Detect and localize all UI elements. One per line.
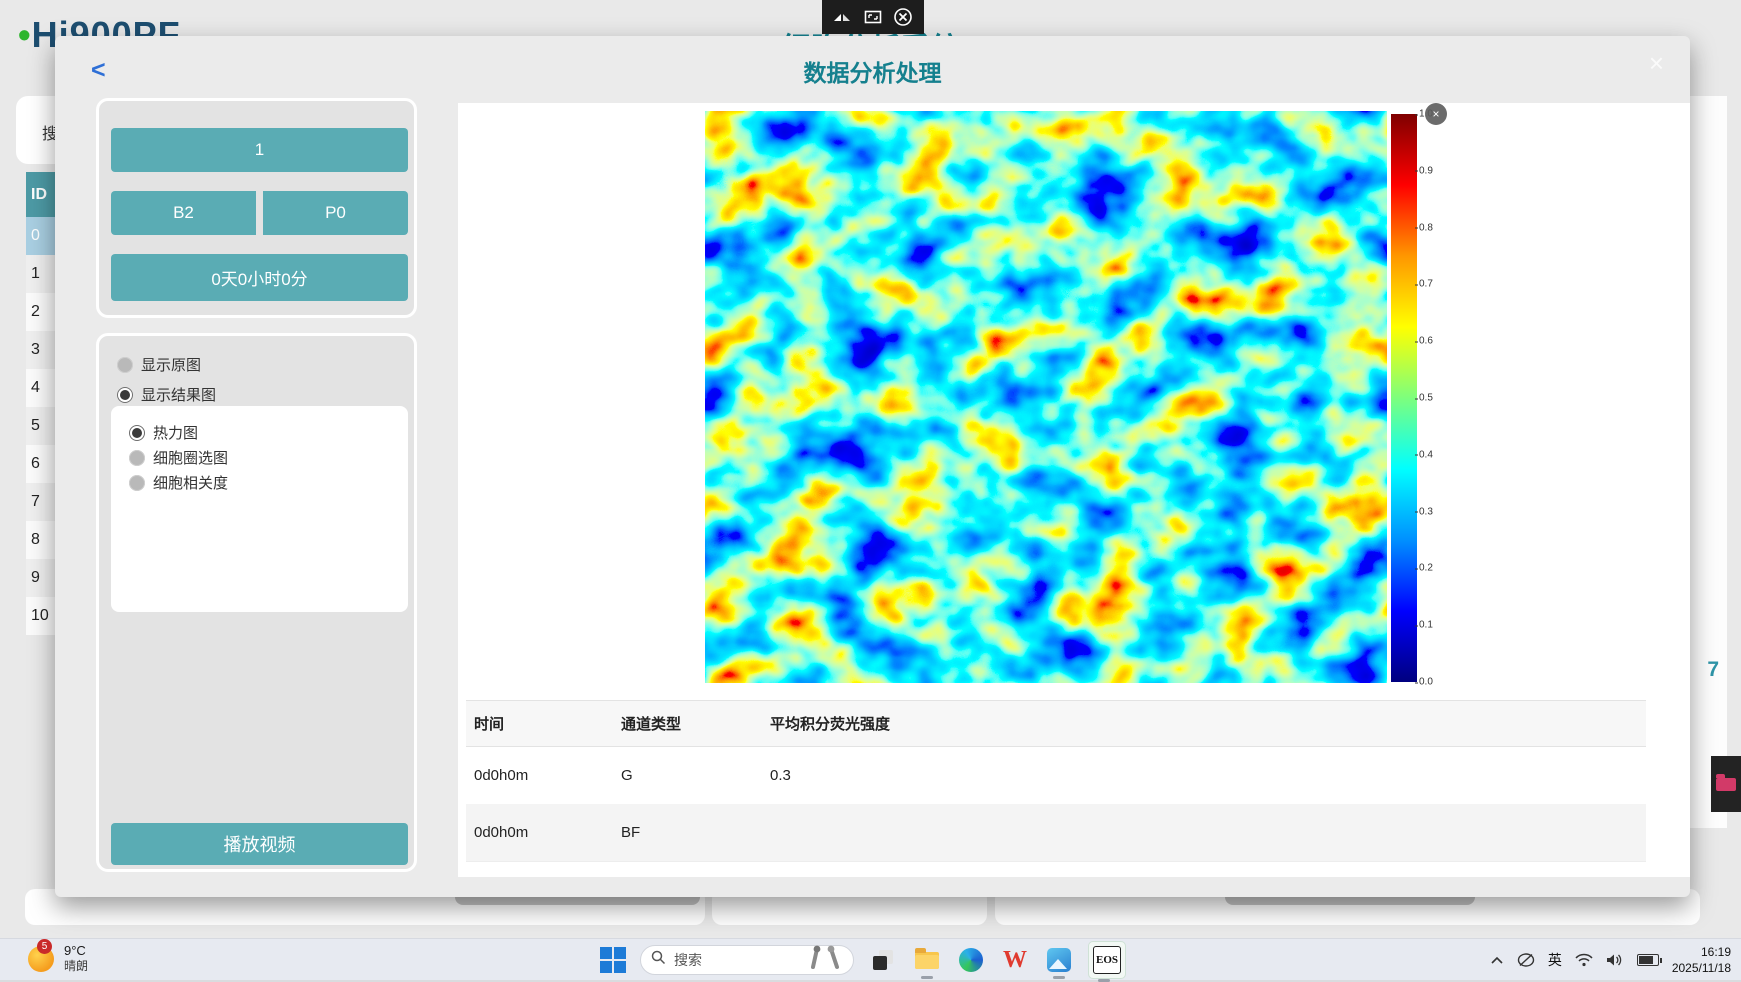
radio-icon — [129, 425, 145, 441]
colorbar-tick: 0.0 — [1419, 677, 1433, 688]
clock-time: 16:19 — [1672, 944, 1731, 960]
colorbar-tick: 0.1 — [1419, 620, 1433, 631]
cell-channel: BF — [613, 824, 762, 841]
volume-icon[interactable] — [1606, 953, 1624, 967]
colorbar-tick: 0.5 — [1419, 393, 1433, 404]
battery-charging-icon[interactable] — [1637, 954, 1659, 966]
heatmap-image[interactable] — [705, 111, 1387, 683]
search-highlight-image — [809, 945, 843, 976]
timepoint-button[interactable]: 0天0小时0分 — [111, 254, 408, 301]
radio-cell-outline[interactable]: 细胞圈选图 — [129, 447, 228, 468]
search-placeholder: 搜索 — [674, 950, 801, 970]
cell-time: 0d0h0m — [466, 824, 613, 841]
background-number-fragment: 7 — [1707, 658, 1719, 682]
radio-heatmap[interactable]: 热力图 — [129, 422, 198, 443]
data-analysis-dialog: < 数据分析处理 × 1 B2 P0 0天0小时0分 显示原图 显示结果图 热力… — [55, 36, 1690, 897]
selection-summary-box: 1 B2 P0 0天0小时0分 — [96, 98, 417, 318]
file-explorer-icon[interactable] — [912, 945, 942, 975]
edge-browser-icon[interactable] — [956, 945, 986, 975]
colorbar-tick-labels: 1.0 0.9 0.8 0.7 0.6 0.5 0.4 0.3 0.2 0.1 … — [1419, 114, 1459, 682]
weather-temperature: 9°C — [64, 943, 88, 959]
weather-condition: 晴朗 — [64, 959, 88, 974]
display-options-box: 显示原图 显示结果图 热力图 细胞圈选图 细胞相关度 — [96, 333, 417, 872]
search-icon — [651, 950, 666, 970]
col-channel: 通道类型 — [613, 713, 762, 734]
colorbar-tick: 0.3 — [1419, 506, 1433, 517]
floating-capture-toolbar — [822, 0, 924, 34]
radio-icon — [129, 450, 145, 466]
start-button[interactable] — [600, 947, 626, 973]
cell-channel: G — [613, 767, 762, 784]
radio-label: 显示结果图 — [141, 384, 216, 405]
cell-time: 0d0h0m — [466, 767, 613, 784]
dialog-title: 数据分析处理 — [55, 54, 1690, 88]
result-table: 时间 通道类型 平均积分荧光强度 0d0h0m G 0.3 0d0h0m BF — [466, 700, 1646, 874]
position-button[interactable]: P0 — [263, 191, 408, 235]
radio-cell-correlation[interactable]: 细胞相关度 — [129, 472, 228, 493]
colorbar-tick: 0.2 — [1419, 563, 1433, 574]
table-header-row: 时间 通道类型 平均积分荧光强度 — [466, 700, 1646, 747]
viewer-panel: 1.0 0.9 0.8 0.7 0.6 0.5 0.4 0.3 0.2 0.1 … — [458, 103, 1690, 877]
colorbar-close-icon[interactable]: × — [1425, 103, 1447, 125]
clock[interactable]: 16:19 2025/11/18 — [1672, 944, 1731, 976]
background-right-panel — [1689, 96, 1727, 828]
play-video-button[interactable]: 播放视频 — [111, 823, 408, 865]
weather-widget[interactable]: 5 9°C 晴朗 — [28, 943, 88, 974]
radio-show-result[interactable]: 显示结果图 — [117, 384, 216, 405]
dialog-close-button[interactable]: × — [1649, 48, 1664, 79]
plate-row-button[interactable]: B2 — [111, 191, 256, 235]
radio-label: 显示原图 — [141, 354, 201, 375]
eos-logo: EOS — [1093, 946, 1121, 974]
cell-intensity: 0.3 — [762, 767, 1646, 784]
resize-icon[interactable] — [864, 10, 882, 24]
radio-icon — [117, 357, 133, 373]
notification-badge: 5 — [37, 939, 52, 954]
wps-office-icon[interactable]: W — [1000, 945, 1030, 975]
radio-icon — [129, 475, 145, 491]
table-row[interactable]: 0d0h0m BF — [466, 804, 1646, 861]
eos-app-icon[interactable]: EOS — [1088, 941, 1126, 979]
sun-icon: 5 — [28, 946, 54, 972]
well-number-button[interactable]: 1 — [111, 128, 408, 172]
radio-label: 细胞圈选图 — [153, 447, 228, 468]
task-view-icon[interactable] — [868, 945, 898, 975]
col-time: 时间 — [466, 713, 613, 734]
colorbar-tick: 0.9 — [1419, 165, 1433, 176]
radio-show-original[interactable]: 显示原图 — [117, 354, 201, 375]
radio-icon — [117, 387, 133, 403]
pink-folder-icon — [1716, 778, 1736, 791]
table-footer-line — [466, 861, 1646, 874]
radio-label: 热力图 — [153, 422, 198, 443]
colorbar-tick: 0.7 — [1419, 279, 1433, 290]
col-intensity: 平均积分荧光强度 — [762, 713, 1646, 734]
input-language-indicator[interactable]: 英 — [1548, 950, 1562, 970]
close-circle-icon[interactable] — [894, 8, 912, 26]
floating-folder-shortcut[interactable] — [1711, 756, 1741, 812]
wifi-icon[interactable] — [1575, 953, 1593, 967]
table-row[interactable]: 0d0h0m G 0.3 — [466, 747, 1646, 804]
desktop: •Hi900PF 细胞分析系统 搜 ID 0 1 2 3 4 5 6 7 8 9… — [0, 0, 1741, 980]
taskbar: 5 9°C 晴朗 搜索 W — [0, 938, 1741, 980]
colorbar-tick: 0.6 — [1419, 336, 1433, 347]
tray-expand-chevron-icon[interactable] — [1490, 956, 1504, 965]
taskbar-search[interactable]: 搜索 — [640, 945, 854, 975]
colorbar-tick: 0.4 — [1419, 449, 1433, 460]
photos-app-icon[interactable] — [1044, 945, 1074, 975]
colorbar — [1391, 114, 1417, 682]
device-disabled-icon[interactable] — [1517, 952, 1535, 968]
flip-icon[interactable] — [834, 10, 852, 24]
colorbar-tick: 0.8 — [1419, 222, 1433, 233]
clock-date: 2025/11/18 — [1672, 960, 1731, 976]
radio-label: 细胞相关度 — [153, 472, 228, 493]
result-type-box: 热力图 细胞圈选图 细胞相关度 — [111, 406, 408, 612]
